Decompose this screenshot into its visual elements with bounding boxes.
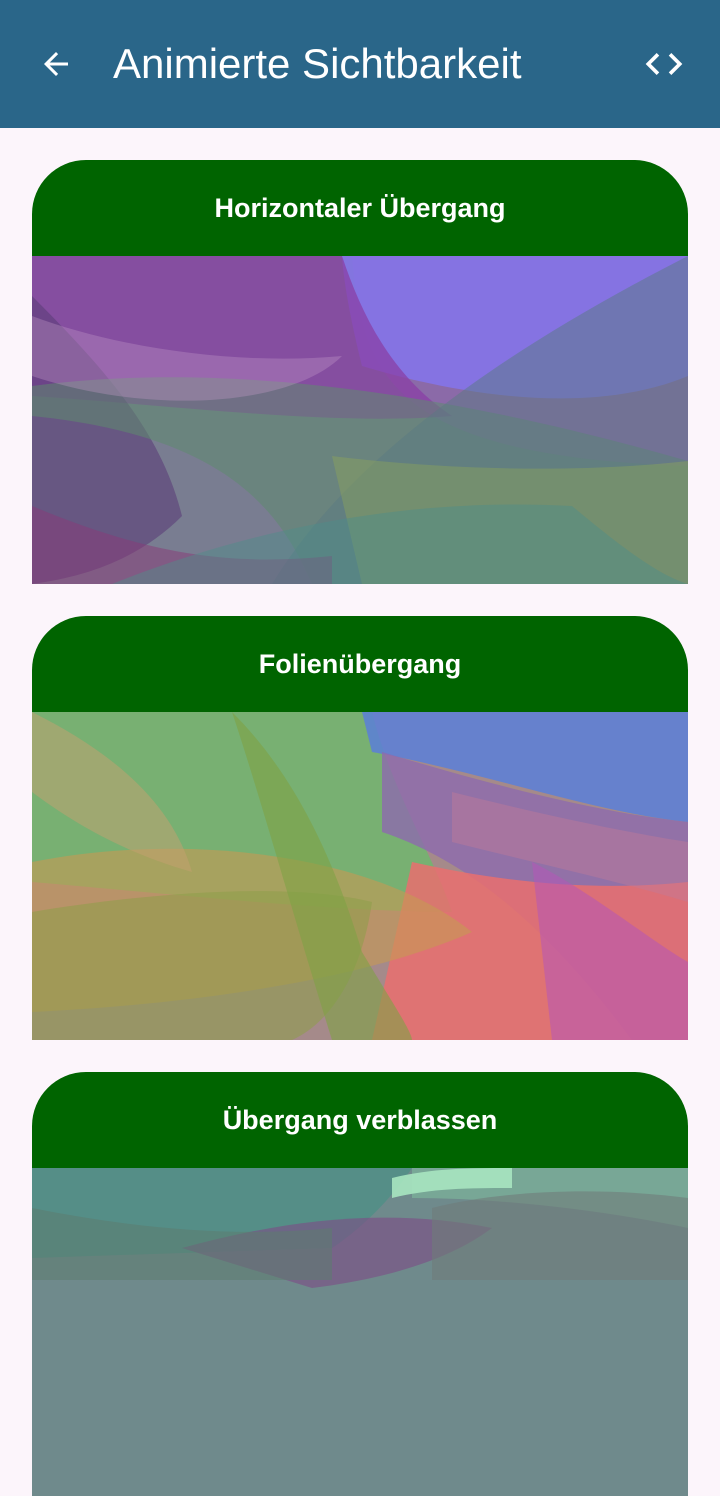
- arrow-left-icon: [44, 52, 68, 76]
- card-header: Übergang verblassen: [32, 1072, 688, 1168]
- card-title: Übergang verblassen: [222, 1104, 498, 1135]
- card-title: Horizontaler Übergang: [214, 192, 506, 223]
- card-artwork: [32, 256, 688, 584]
- card-slide-transition[interactable]: Folienübergang: [32, 616, 688, 1040]
- view-source-button[interactable]: [632, 40, 696, 88]
- page-title: Animierte Sichtbarkeit: [113, 40, 522, 87]
- card-horizontal-transition[interactable]: Horizontaler Übergang: [32, 160, 688, 584]
- card-header: Horizontaler Übergang: [32, 160, 688, 256]
- card-title: Folienübergang: [258, 648, 462, 679]
- back-button[interactable]: [24, 40, 88, 88]
- app-bar: Animierte Sichtbarkeit: [0, 0, 720, 128]
- card-artwork: [32, 1168, 688, 1496]
- card-artwork: [32, 712, 688, 1040]
- card-header: Folienübergang: [32, 616, 688, 712]
- card-fade-transition[interactable]: Übergang verblassen: [32, 1072, 688, 1496]
- code-brackets-icon: [645, 53, 683, 75]
